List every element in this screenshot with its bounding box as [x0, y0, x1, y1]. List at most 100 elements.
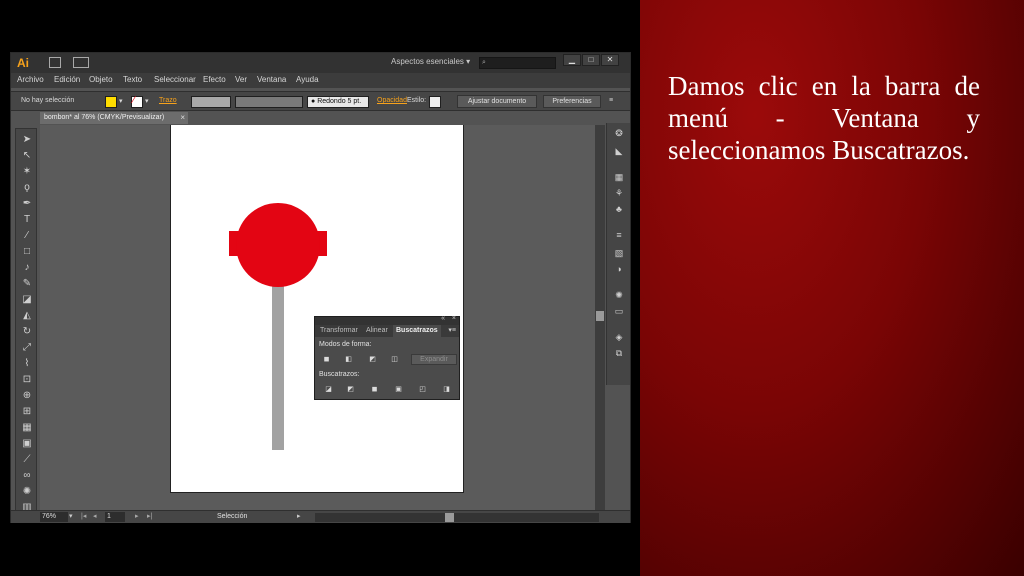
style-swatch[interactable] — [429, 96, 441, 108]
document-tab[interactable]: bombon* al 76% (CMYK/Previsualizar) × — [40, 112, 188, 124]
perspective-grid-tool-icon[interactable]: ⊞ — [19, 405, 35, 419]
status-menu-icon[interactable]: ▸ — [297, 512, 301, 520]
menu-texto[interactable]: Texto — [123, 75, 142, 84]
panel-header[interactable]: « × — [315, 315, 459, 325]
paintbrush-tool-icon[interactable]: ♪ — [19, 261, 35, 275]
zoom-level-field[interactable]: 76% — [40, 512, 68, 522]
menu-ayuda[interactable]: Ayuda — [296, 75, 319, 84]
maximize-button[interactable]: □ — [582, 54, 600, 66]
exclude-icon[interactable]: ◫ — [389, 355, 400, 364]
rotate-tool-icon[interactable]: ↻ — [19, 325, 35, 339]
shape-builder-tool-icon[interactable]: ⊕ — [19, 389, 35, 403]
arrange-documents-icon[interactable] — [73, 57, 89, 68]
bridge-icon[interactable] — [49, 57, 61, 68]
blob-brush-tool-icon[interactable]: ◪ — [19, 293, 35, 307]
symbols-panel-icon[interactable]: ♣ — [611, 203, 627, 216]
search-input[interactable]: ⌕ — [479, 57, 556, 69]
menu-archivo[interactable]: Archivo — [17, 75, 44, 84]
stroke-swatch[interactable]: ∕ — [131, 95, 143, 108]
layers-panel-icon[interactable]: ◈ — [611, 331, 627, 344]
type-tool-icon[interactable]: T — [19, 213, 35, 227]
menu-objeto[interactable]: Objeto — [89, 75, 113, 84]
direct-selection-tool-icon[interactable]: ↖ — [19, 149, 35, 163]
magic-wand-tool-icon[interactable]: ✶ — [19, 165, 35, 179]
menu-efecto[interactable]: Efecto — [203, 75, 226, 84]
brushes-panel-icon[interactable]: ⚘ — [611, 187, 627, 200]
collapse-panel-icon[interactable]: « — [441, 315, 445, 322]
unite-icon[interactable]: ◼ — [321, 355, 332, 364]
outline-icon[interactable]: ◰ — [417, 385, 428, 394]
menu-ventana[interactable]: Ventana — [257, 75, 286, 84]
graphic-styles-panel-icon[interactable]: ▭ — [611, 305, 627, 318]
fill-swatch[interactable] — [105, 96, 117, 108]
workspace-switcher[interactable]: Aspectos esenciales ▾ — [391, 57, 470, 66]
eraser-tool-icon[interactable]: ◭ — [19, 309, 35, 323]
color-guide-icon[interactable]: ◣ — [611, 145, 627, 158]
lasso-tool-icon[interactable]: ϙ — [19, 181, 35, 195]
close-window-button[interactable]: ✕ — [601, 54, 619, 66]
opacity-link[interactable]: Opacidad — [377, 97, 407, 104]
gradient-tool-icon[interactable]: ▣ — [19, 437, 35, 451]
control-panel-menu-icon[interactable]: ≡ — [609, 97, 613, 104]
line-tool-icon[interactable]: ∕ — [19, 229, 35, 243]
variable-width-field[interactable] — [235, 96, 303, 108]
horizontal-scroll-thumb[interactable] — [445, 513, 454, 522]
canvas-area[interactable]: « × Transformar Alinear Buscatrazos ▾≡ M… — [40, 125, 595, 510]
close-panel-icon[interactable]: × — [452, 315, 456, 322]
tab-transformar[interactable]: Transformar — [317, 325, 361, 337]
merge-icon[interactable]: ◼ — [369, 385, 380, 394]
horizontal-scrollbar[interactable] — [315, 513, 599, 522]
swatches-panel-icon[interactable]: ▦ — [611, 171, 627, 184]
last-artboard-icon[interactable]: ▸| — [147, 512, 152, 520]
vertical-scrollbar[interactable] — [595, 125, 605, 510]
minus-back-icon[interactable]: ◨ — [441, 385, 452, 394]
color-panel-icon[interactable]: ❂ — [611, 127, 627, 140]
menu-edicion[interactable]: Edición — [54, 75, 80, 84]
panel-menu-icon[interactable]: ▾≡ — [448, 326, 456, 334]
eyedropper-tool-icon[interactable]: ⟋ — [19, 453, 35, 467]
expand-button[interactable]: Expandir — [411, 354, 457, 365]
next-artboard-icon[interactable]: ▸ — [135, 512, 139, 520]
scale-tool-icon[interactable]: ⤢ — [19, 341, 35, 355]
intersect-icon[interactable]: ◩ — [367, 355, 378, 364]
stroke-dropdown-icon[interactable]: ▾ — [145, 97, 149, 105]
gradient-panel-icon[interactable]: ▧ — [611, 247, 627, 260]
stroke-link[interactable]: Trazo — [159, 97, 177, 104]
close-tab-icon[interactable]: × — [180, 112, 185, 124]
symbol-sprayer-tool-icon[interactable]: ✺ — [19, 485, 35, 499]
pencil-tool-icon[interactable]: ✎ — [19, 277, 35, 291]
brush-definition-field[interactable]: ● Redondo 5 pt. — [307, 96, 369, 108]
menu-seleccionar[interactable]: Seleccionar — [154, 75, 196, 84]
mesh-tool-icon[interactable]: ▦ — [19, 421, 35, 435]
selection-tool-icon[interactable]: ➤ — [19, 133, 35, 147]
appearance-panel-icon[interactable]: ✺ — [611, 289, 627, 302]
preferences-button[interactable]: Preferencias — [543, 95, 601, 108]
artboard[interactable] — [170, 125, 464, 493]
artboards-panel-icon[interactable]: ⧉ — [611, 347, 627, 360]
tab-alinear[interactable]: Alinear — [363, 325, 391, 337]
warp-tool-icon[interactable]: ⌇ — [19, 357, 35, 371]
free-transform-tool-icon[interactable]: ⊡ — [19, 373, 35, 387]
document-setup-button[interactable]: Ajustar documento — [457, 95, 537, 108]
blend-tool-icon[interactable]: ∞ — [19, 469, 35, 483]
crop-icon[interactable]: ▣ — [393, 385, 404, 394]
previous-artboard-icon[interactable]: ◂ — [93, 512, 97, 520]
transparency-panel-icon[interactable]: ◑ — [611, 263, 627, 276]
artboard-number-field[interactable]: 1 — [105, 512, 125, 522]
pen-tool-icon[interactable]: ✒ — [19, 197, 35, 211]
trim-icon[interactable]: ◩ — [345, 385, 356, 394]
minus-front-icon[interactable]: ◧ — [343, 355, 354, 364]
divide-icon[interactable]: ◪ — [323, 385, 334, 394]
stroke-panel-icon[interactable]: ≡ — [611, 229, 627, 242]
first-artboard-icon[interactable]: |◂ — [81, 512, 86, 520]
fill-dropdown-icon[interactable]: ▾ — [119, 97, 123, 105]
zoom-dropdown-icon[interactable]: ▾ — [69, 512, 73, 520]
tab-buscatrazos[interactable]: Buscatrazos — [393, 325, 441, 337]
lollipop-stick[interactable] — [272, 265, 284, 450]
stroke-weight-field[interactable] — [191, 96, 231, 108]
minimize-button[interactable]: ▁ — [563, 54, 581, 66]
rectangle-tool-icon[interactable]: □ — [19, 245, 35, 259]
vertical-scroll-thumb[interactable] — [596, 311, 604, 321]
lollipop-candy[interactable] — [236, 203, 320, 287]
menu-ver[interactable]: Ver — [235, 75, 247, 84]
